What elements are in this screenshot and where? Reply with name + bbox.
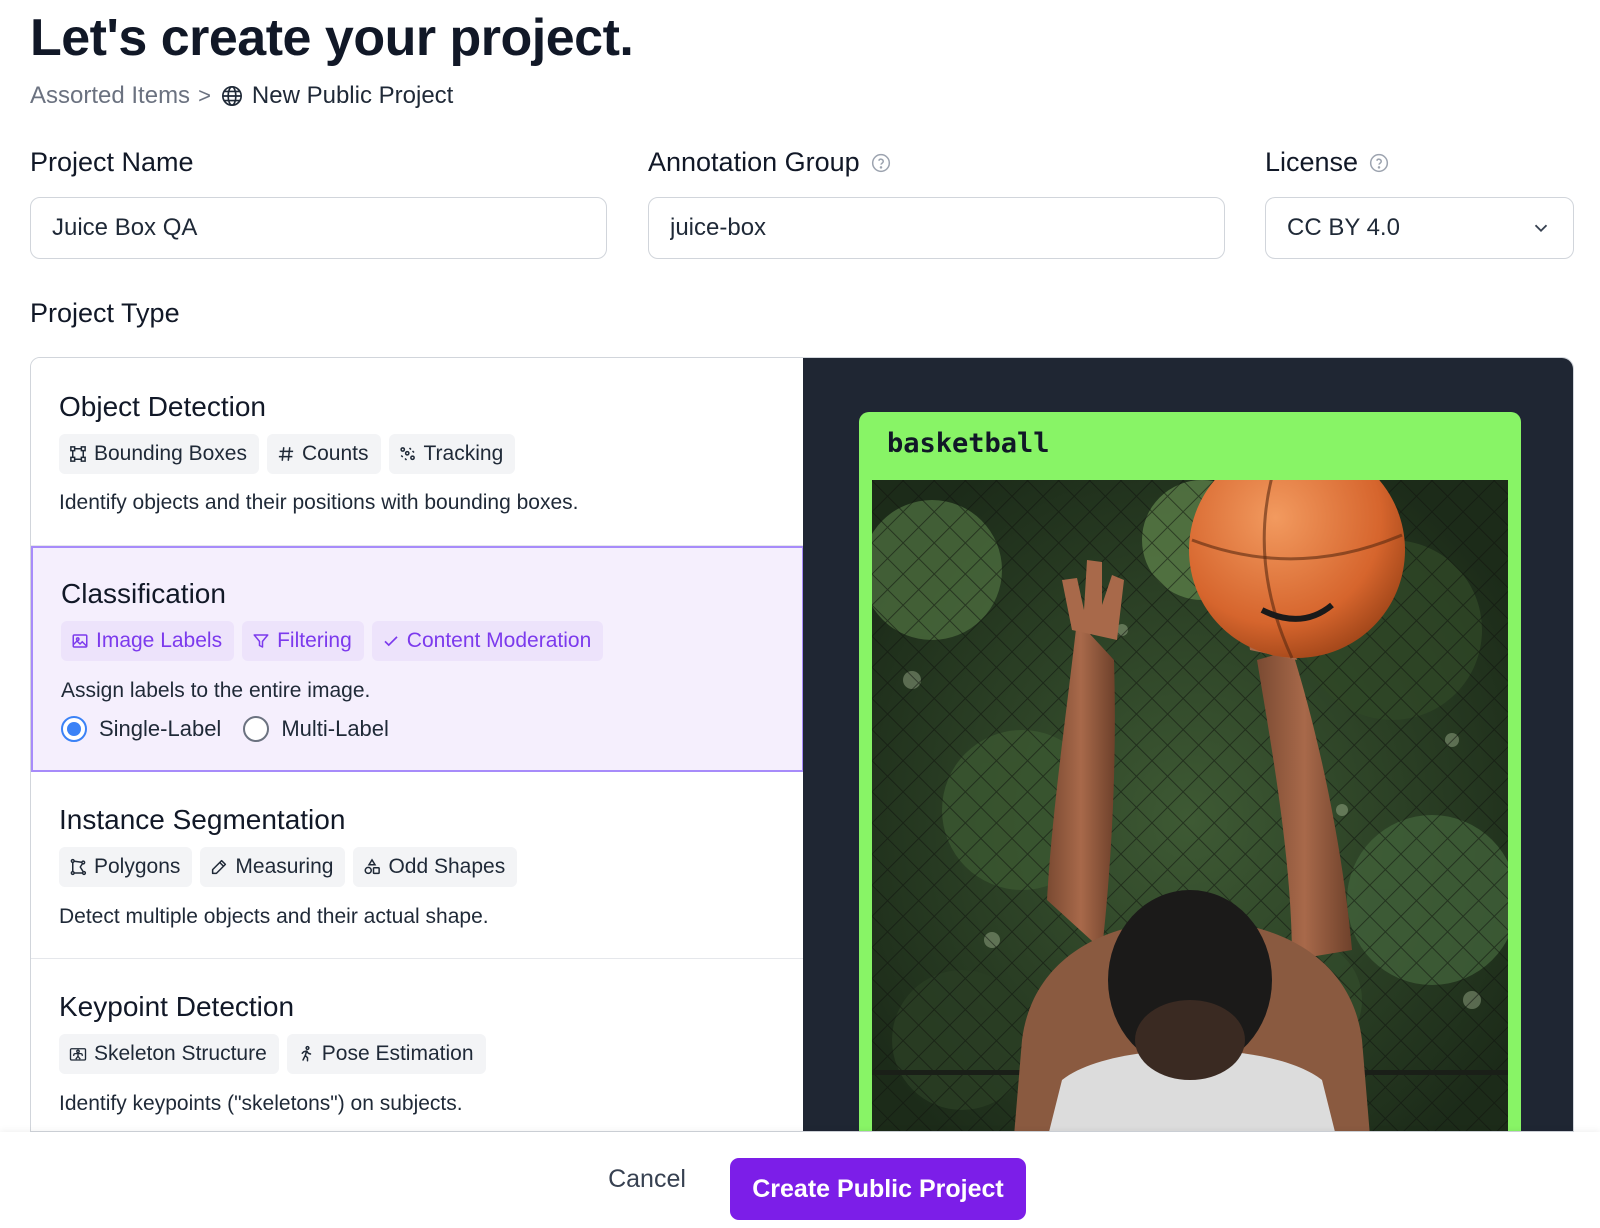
chip-content-moderation: Content Moderation [371, 621, 604, 661]
label-mode-radio-group: Single-Label Multi-Label [61, 716, 411, 742]
license-select[interactable]: CC BY 4.0 [1265, 197, 1574, 259]
tracking-icon [399, 447, 415, 461]
create-public-project-button[interactable]: Create Public Project [730, 1158, 1026, 1220]
cancel-button[interactable]: Cancel [590, 1148, 704, 1210]
project-type-keypoint-detection[interactable]: Keypoint Detection Skeleton Structure Po… [31, 959, 803, 1131]
breadcrumb-parent-link[interactable]: Assorted Items [30, 82, 190, 110]
single-label-radio[interactable] [61, 716, 87, 742]
check-icon [384, 636, 398, 647]
breadcrumb-separator: > [198, 83, 211, 108]
chip-pose-estimation: Pose Estimation [286, 1034, 486, 1074]
chip-bounding-boxes: Bounding Boxes [59, 434, 259, 474]
footer-bar: Cancel Create Public Project [0, 1132, 1600, 1228]
license-label: License [1265, 147, 1389, 178]
chevron-down-icon [1534, 224, 1548, 233]
type-description: Identify objects and their positions wit… [59, 491, 579, 514]
type-title: Keypoint Detection [59, 991, 295, 1022]
skeleton-icon [69, 1048, 87, 1061]
chip-polygons: Polygons [59, 847, 193, 887]
filter-icon [253, 634, 269, 648]
type-title: Classification [61, 578, 226, 609]
type-description: Assign labels to the entire image. [61, 679, 371, 702]
image-icon [72, 634, 88, 648]
single-label-option[interactable]: Single-Label [61, 716, 221, 742]
type-description: Identify keypoints ("skeletons") on subj… [59, 1092, 463, 1115]
license-selected-value: CC BY 4.0 [1287, 214, 1400, 241]
multi-label-option[interactable]: Multi-Label [243, 716, 389, 742]
project-type-panel: Object Detection Bounding Boxes Counts T… [30, 357, 1574, 1132]
project-type-instance-segmentation[interactable]: Instance Segmentation Polygons Measuring… [31, 772, 803, 959]
hash-icon [278, 447, 294, 461]
project-name-label: Project Name [30, 147, 194, 177]
type-description: Detect multiple objects and their actual… [59, 905, 489, 928]
shapes-icon [364, 858, 381, 875]
globe-icon [221, 86, 242, 106]
chip-skeleton-structure: Skeleton Structure [59, 1034, 279, 1074]
chip-odd-shapes: Odd Shapes [353, 847, 518, 887]
page-title: Let's create your project. [30, 9, 634, 67]
preview-image [872, 480, 1508, 1131]
running-person-icon [301, 1045, 312, 1062]
multi-label-radio[interactable] [243, 716, 270, 742]
type-title: Instance Segmentation [59, 804, 346, 835]
project-type-preview: basketball [803, 358, 1573, 1131]
project-type-classification[interactable]: Classification Image Labels Filtering Co… [31, 546, 804, 772]
help-icon[interactable] [1369, 153, 1389, 173]
chip-measuring: Measuring [200, 847, 346, 887]
bounding-box-icon [70, 446, 86, 462]
project-type-label: Project Type [30, 298, 180, 328]
chip-counts: Counts [266, 434, 381, 474]
chip-image-labels: Image Labels [61, 621, 235, 661]
type-title: Object Detection [59, 391, 266, 422]
polygon-icon [70, 858, 87, 876]
annotation-group-input[interactable] [648, 197, 1225, 259]
ruler-icon [212, 859, 227, 875]
project-name-input[interactable] [30, 197, 607, 259]
project-type-list: Object Detection Bounding Boxes Counts T… [31, 358, 804, 1131]
chip-tracking: Tracking [388, 434, 516, 474]
annotation-group-label: Annotation Group [648, 147, 891, 178]
chip-filtering: Filtering [242, 621, 364, 661]
preview-class-label: basketball [887, 428, 1050, 459]
project-type-object-detection[interactable]: Object Detection Bounding Boxes Counts T… [31, 358, 803, 546]
help-icon[interactable] [871, 153, 891, 173]
preview-label-frame: basketball [859, 412, 1521, 1131]
breadcrumb-current: New Public Project [251, 82, 454, 109]
basketball-player-illustration [872, 480, 1508, 1131]
breadcrumb: Assorted Items > New Public Project [30, 82, 453, 110]
